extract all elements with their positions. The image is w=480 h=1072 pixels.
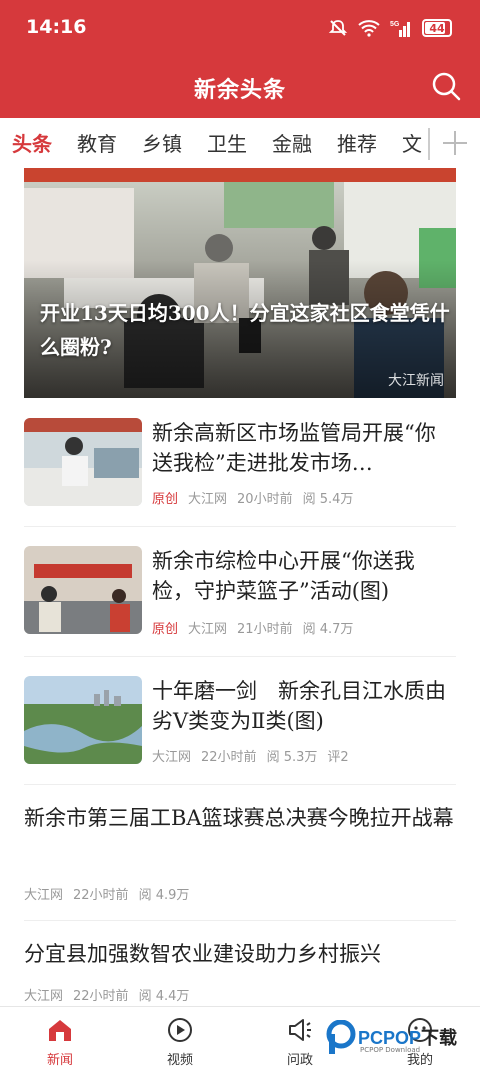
battery-level: 44 (429, 21, 445, 35)
tab-recommend[interactable]: 推荐 (337, 118, 377, 170)
news-reads: 阅 4.9万 (138, 888, 190, 903)
nav-news[interactable]: 新闻 (0, 1007, 120, 1072)
news-title[interactable]: 分宜县加强数智农业建设助力乡村振兴 (24, 936, 456, 972)
wifi-icon (358, 20, 380, 37)
tab-culture[interactable]: 文 (402, 118, 422, 170)
news-comments: 评2 (327, 750, 349, 765)
news-source: 大江网 (152, 750, 192, 765)
signal-icon: 5G (390, 21, 410, 37)
news-meta: 大江网 22小时前阅 4.4万 (24, 985, 199, 1004)
news-reads: 阅 4.7万 (302, 622, 354, 637)
app-header: 14:16 5G 44 新余头条 (0, 0, 480, 118)
news-meta: 大江网 22小时前阅 5.3万 评2 (152, 746, 359, 765)
hero-title: 开业13天日均300人！分宜这家社区食堂凭什么圈粉? (40, 301, 450, 359)
status-time: 14:16 (26, 16, 87, 38)
tab-headlines[interactable]: 头条 (12, 118, 52, 170)
news-title: 新余高新区市场监管局开展“你送我检”走进批发市场… (152, 421, 436, 475)
hero-article[interactable]: 开业13天日均300人！分宜这家社区食堂凭什么圈粉? 大江新闻 (24, 168, 456, 398)
news-source: 大江网 (188, 622, 228, 637)
divider (24, 920, 456, 921)
search-icon[interactable] (430, 70, 462, 102)
tab-divider (428, 128, 430, 160)
divider (24, 656, 456, 657)
tab-education[interactable]: 教育 (77, 118, 117, 170)
news-title[interactable]: 新余市第三届工BA篮球赛总决赛今晚拉开战幕 (24, 800, 456, 836)
watermark-suffix: 下载 (421, 1028, 458, 1048)
news-meta: 原创 大江网 20小时前阅 5.4万 (152, 488, 363, 507)
divider (24, 526, 456, 527)
news-meta: 大江网 22小时前阅 4.9万 (24, 884, 199, 903)
news-item[interactable]: 十年磨一剑 新余孔目江水质由劣V类变为Ⅱ类(图) 大江网 22小时前阅 5.3万评… (24, 676, 456, 766)
play-icon (168, 1018, 192, 1042)
site-watermark: PCPOP下载 PCPOP Download (326, 1018, 476, 1058)
hero-watermark: 大江新闻 (388, 373, 444, 389)
divider (24, 784, 456, 785)
news-thumbnail (24, 676, 142, 764)
news-title: 十年磨一剑 新余孔目江水质由劣V类变为Ⅱ类(图) (152, 679, 446, 733)
home-icon (49, 1020, 71, 1041)
watermark-sub: PCPOP Download (360, 1046, 421, 1054)
tab-towns[interactable]: 乡镇 (142, 118, 182, 170)
news-item[interactable]: 新余高新区市场监管局开展“你送我检”走进批发市场… 原创 大江网 20小时前阅 5.… (24, 418, 456, 508)
category-tabs: 头条 教育 乡镇 卫生 金融 推荐文 (0, 118, 480, 170)
news-meta: 原创 大江网 21小时前阅 4.7万 (152, 618, 363, 637)
news-reads: 阅 5.4万 (302, 492, 354, 507)
status-bar: 14:16 5G 44 (0, 0, 480, 56)
news-source: 大江网 (24, 888, 64, 903)
nav-video[interactable]: 视频 (120, 1007, 240, 1072)
news-time: 22小时前 (73, 989, 129, 1004)
tab-list: 头条 教育 乡镇 卫生 金融 推荐文 (12, 118, 428, 170)
mute-icon (328, 20, 348, 36)
news-time: 22小时前 (201, 750, 257, 765)
news-thumbnail (24, 418, 142, 506)
battery-icon: 44 (422, 19, 452, 37)
original-badge: 原创 (152, 492, 179, 507)
news-time: 22小时前 (73, 888, 129, 903)
news-thumbnail (24, 546, 142, 634)
app-title: 新余头条 (193, 78, 286, 103)
nav-label: 新闻 (46, 1053, 73, 1068)
network-label: 5G (390, 21, 400, 28)
pcpop-logo-icon (326, 1020, 356, 1054)
news-reads: 阅 4.4万 (138, 989, 190, 1004)
add-tab-icon[interactable] (438, 126, 472, 160)
news-title: 新余市综检中心开展“你送我检，守护菜篮子”活动(图) (152, 549, 415, 603)
news-source: 大江网 (24, 989, 64, 1004)
megaphone-icon (289, 1019, 311, 1041)
news-item[interactable]: 新余市综检中心开展“你送我检，守护菜篮子”活动(图) 原创 大江网 21小时前阅 4… (24, 546, 456, 637)
nav-label: 视频 (166, 1053, 193, 1068)
news-source: 大江网 (188, 492, 228, 507)
tab-finance[interactable]: 金融 (272, 118, 312, 170)
news-reads: 阅 5.3万 (266, 750, 318, 765)
status-icons: 5G 44 (328, 15, 452, 41)
tab-health[interactable]: 卫生 (207, 118, 247, 170)
watermark-brand-name: PCPOP (358, 1028, 422, 1048)
original-badge: 原创 (152, 622, 179, 637)
news-time: 21小时前 (237, 622, 293, 637)
news-time: 20小时前 (237, 492, 293, 507)
